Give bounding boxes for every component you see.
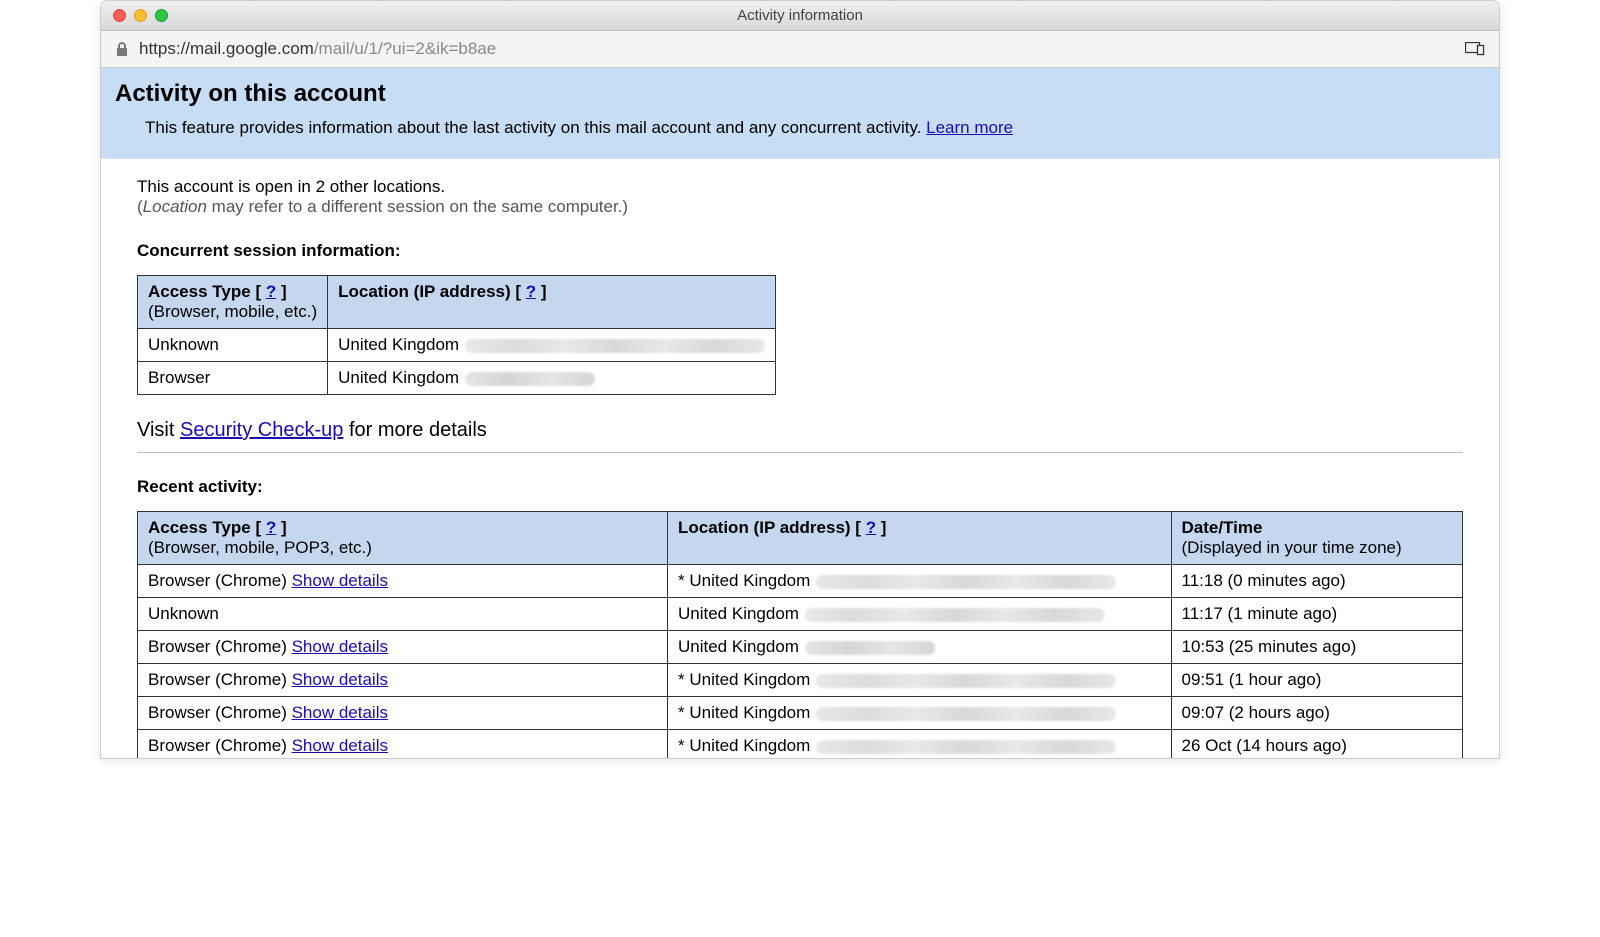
table-row: Browser (Chrome) Show details* United Ki… bbox=[138, 565, 1463, 598]
location-cell: * United Kingdom bbox=[668, 730, 1172, 759]
sessions-open-subnote: (Location may refer to a different sessi… bbox=[137, 197, 1463, 217]
table-row: Browser (Chrome) Show details* United Ki… bbox=[138, 664, 1463, 697]
concurrent-session-table: Access Type [ ? ] (Browser, mobile, etc.… bbox=[137, 275, 776, 395]
access-type-cell: Browser (Chrome) Show details bbox=[138, 565, 668, 598]
access-type-cell: Browser (Chrome) Show details bbox=[138, 631, 668, 664]
redacted-ip bbox=[465, 339, 765, 353]
redacted-ip bbox=[816, 740, 1116, 754]
page-title: Activity on this account bbox=[115, 80, 1485, 108]
header-access-type: Access Type [ ? ] (Browser, mobile, POP3… bbox=[138, 512, 668, 565]
table-row: Unknown United Kingdom11:17 (1 minute ag… bbox=[138, 598, 1463, 631]
divider bbox=[137, 452, 1463, 453]
recent-activity-heading: Recent activity: bbox=[137, 477, 1463, 497]
location-cell: United Kingdom bbox=[668, 598, 1172, 631]
minimize-window-button[interactable] bbox=[134, 9, 147, 22]
access-type-cell: Browser bbox=[138, 362, 328, 395]
lock-icon bbox=[115, 41, 129, 57]
date-cell: 11:18 (0 minutes ago) bbox=[1171, 565, 1463, 598]
access-type-cell: Unknown bbox=[138, 598, 668, 631]
date-cell: 26 Oct (14 hours ago) bbox=[1171, 730, 1463, 759]
table-header-row: Access Type [ ? ] (Browser, mobile, POP3… bbox=[138, 512, 1463, 565]
table-row: Browser (Chrome) Show details* United Ki… bbox=[138, 697, 1463, 730]
help-icon[interactable]: ? bbox=[866, 518, 876, 537]
redacted-ip bbox=[816, 707, 1116, 721]
table-row: UnknownUnited Kingdom bbox=[138, 329, 776, 362]
redacted-ip bbox=[805, 641, 935, 655]
date-cell: 09:07 (2 hours ago) bbox=[1171, 697, 1463, 730]
help-icon[interactable]: ? bbox=[266, 282, 276, 301]
banner-description: This feature provides information about … bbox=[145, 118, 1485, 138]
concurrent-session-heading: Concurrent session information: bbox=[137, 241, 1463, 261]
page-content: This account is open in 2 other location… bbox=[101, 159, 1499, 758]
location-cell: United Kingdom bbox=[668, 631, 1172, 664]
location-cell: * United Kingdom bbox=[668, 664, 1172, 697]
table-row: Browser (Chrome) Show details* United Ki… bbox=[138, 730, 1463, 759]
learn-more-link[interactable]: Learn more bbox=[926, 118, 1013, 137]
header-access-type: Access Type [ ? ] (Browser, mobile, etc.… bbox=[138, 276, 328, 329]
page-banner: Activity on this account This feature pr… bbox=[101, 68, 1499, 159]
header-location: Location (IP address) [ ? ] bbox=[328, 276, 776, 329]
date-cell: 10:53 (25 minutes ago) bbox=[1171, 631, 1463, 664]
redacted-ip bbox=[805, 608, 1105, 622]
address-bar: https://mail.google.com/mail/u/1/?ui=2&i… bbox=[101, 31, 1499, 68]
show-details-link[interactable]: Show details bbox=[292, 736, 388, 755]
access-type-cell: Browser (Chrome) Show details bbox=[138, 697, 668, 730]
access-type-cell: Browser (Chrome) Show details bbox=[138, 730, 668, 759]
security-checkup-line: Visit Security Check-up for more details bbox=[137, 419, 1463, 442]
close-window-button[interactable] bbox=[113, 9, 126, 22]
show-details-link[interactable]: Show details bbox=[292, 703, 388, 722]
header-date: Date/Time (Displayed in your time zone) bbox=[1171, 512, 1463, 565]
location-cell: * United Kingdom bbox=[668, 697, 1172, 730]
window-title: Activity information bbox=[101, 7, 1499, 24]
location-cell: United Kingdom bbox=[328, 329, 776, 362]
help-icon[interactable]: ? bbox=[266, 518, 276, 537]
url-host: https://mail.google.com bbox=[139, 39, 314, 58]
location-cell: United Kingdom bbox=[328, 362, 776, 395]
security-checkup-link[interactable]: Security Check-up bbox=[180, 419, 343, 441]
show-details-link[interactable]: Show details bbox=[292, 670, 388, 689]
url-display: https://mail.google.com/mail/u/1/?ui=2&i… bbox=[139, 39, 496, 59]
date-cell: 09:51 (1 hour ago) bbox=[1171, 664, 1463, 697]
popup-window: Activity information https://mail.google… bbox=[100, 0, 1500, 759]
table-header-row: Access Type [ ? ] (Browser, mobile, etc.… bbox=[138, 276, 776, 329]
redacted-ip bbox=[816, 674, 1116, 688]
window-titlebar: Activity information bbox=[101, 1, 1499, 31]
traffic-lights bbox=[113, 9, 168, 22]
access-type-cell: Browser (Chrome) Show details bbox=[138, 664, 668, 697]
redacted-ip bbox=[816, 575, 1116, 589]
header-location: Location (IP address) [ ? ] bbox=[668, 512, 1172, 565]
url-path: /mail/u/1/?ui=2&ik=b8ae bbox=[314, 39, 496, 58]
sessions-open-note: This account is open in 2 other location… bbox=[137, 177, 1463, 197]
table-row: Browser (Chrome) Show detailsUnited King… bbox=[138, 631, 1463, 664]
show-details-link[interactable]: Show details bbox=[292, 571, 388, 590]
access-type-cell: Unknown bbox=[138, 329, 328, 362]
redacted-ip bbox=[465, 372, 595, 386]
recent-activity-table: Access Type [ ? ] (Browser, mobile, POP3… bbox=[137, 511, 1463, 758]
date-cell: 11:17 (1 minute ago) bbox=[1171, 598, 1463, 631]
help-icon[interactable]: ? bbox=[526, 282, 536, 301]
responsive-design-icon[interactable] bbox=[1465, 42, 1485, 56]
location-cell: * United Kingdom bbox=[668, 565, 1172, 598]
maximize-window-button[interactable] bbox=[155, 9, 168, 22]
table-row: BrowserUnited Kingdom bbox=[138, 362, 776, 395]
show-details-link[interactable]: Show details bbox=[292, 637, 388, 656]
